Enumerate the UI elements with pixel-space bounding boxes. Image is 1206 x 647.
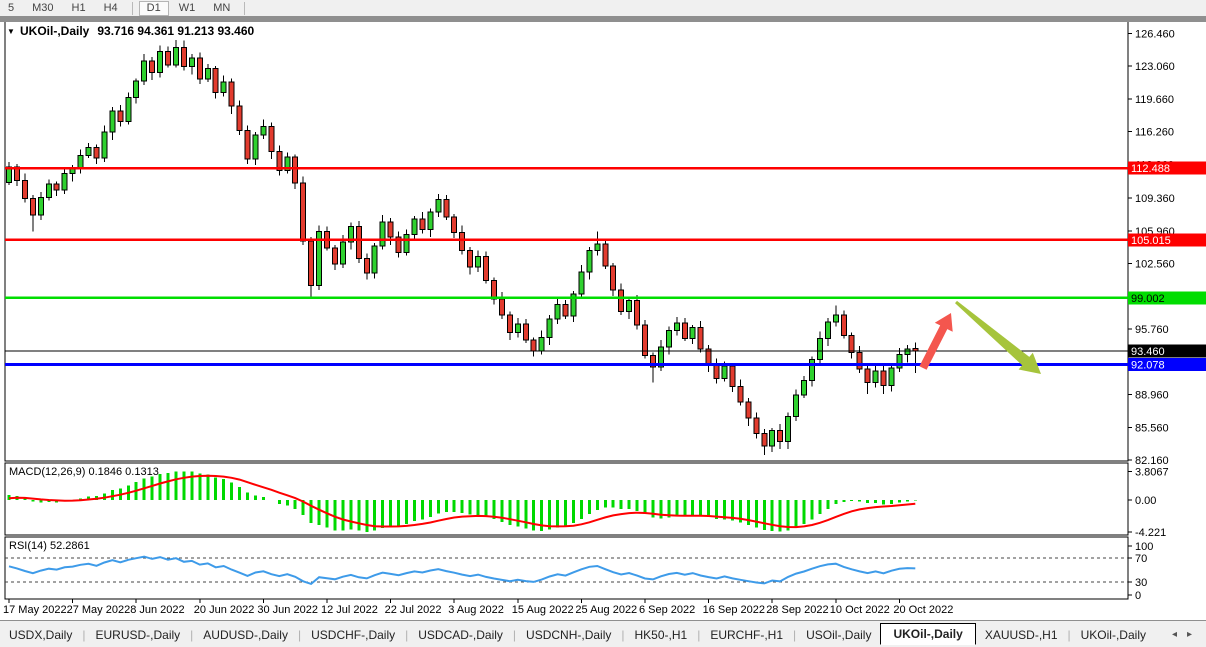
svg-text:17 May 2022: 17 May 2022 — [3, 604, 67, 616]
svg-text:100: 100 — [1135, 541, 1153, 553]
timeframe-button-MN[interactable]: MN — [205, 1, 238, 16]
svg-text:30: 30 — [1135, 577, 1147, 589]
price-axis: 126.460123.060119.660116.260112.860109.3… — [1128, 28, 1175, 467]
tab-scroll-left-icon[interactable]: ◂ — [1172, 629, 1177, 640]
rsi-label: RSI(14) 52.2861 — [9, 540, 90, 552]
svg-text:88.960: 88.960 — [1135, 390, 1169, 402]
toolbar-separator — [0, 16, 1206, 22]
svg-text:-4.221: -4.221 — [1135, 527, 1166, 539]
svg-text:6 Sep 2022: 6 Sep 2022 — [639, 604, 695, 616]
timeframe-button-M30[interactable]: M30 — [24, 1, 61, 16]
svg-text:8 Jun 2022: 8 Jun 2022 — [130, 604, 184, 616]
tab-audusd-daily[interactable]: AUDUSD-,Daily — [194, 625, 297, 645]
timeframe-toolbar: 5M30H1H4 D1W1MN — [0, 0, 1206, 16]
svg-text:16 Sep 2022: 16 Sep 2022 — [703, 604, 765, 616]
rsi-panel: 10070 300 — [5, 541, 1153, 602]
svg-text:20 Jun 2022: 20 Jun 2022 — [194, 604, 255, 616]
svg-text:70: 70 — [1135, 553, 1147, 565]
svg-text:102.560: 102.560 — [1135, 259, 1175, 271]
tab-ukoil-daily[interactable]: UKOil-,Daily — [880, 623, 975, 645]
title-ohlc: 93.716 94.361 91.213 93.460 — [97, 24, 254, 38]
tab-usdx-daily[interactable]: USDX,Daily — [0, 625, 81, 645]
svg-text:3 Aug 2022: 3 Aug 2022 — [448, 604, 504, 616]
svg-text:109.360: 109.360 — [1135, 193, 1175, 205]
svg-text:119.660: 119.660 — [1135, 94, 1174, 106]
svg-text:82.160: 82.160 — [1135, 455, 1169, 467]
toolbar-divider — [132, 2, 133, 15]
title-symbol: UKOil-,Daily — [20, 24, 90, 38]
candlestick-series — [7, 40, 918, 455]
svg-text:3.8067: 3.8067 — [1135, 466, 1169, 478]
tab-scroll-right-icon[interactable]: ▸ — [1187, 629, 1192, 640]
svg-text:105.015: 105.015 — [1131, 235, 1171, 247]
svg-text:99.002: 99.002 — [1131, 293, 1165, 305]
svg-text:30 Jun 2022: 30 Jun 2022 — [257, 604, 318, 616]
svg-text:0: 0 — [1135, 590, 1141, 602]
tab-usdchf-daily[interactable]: USDCHF-,Daily — [302, 625, 404, 645]
svg-text:15 Aug 2022: 15 Aug 2022 — [512, 604, 574, 616]
svg-text:92.078: 92.078 — [1131, 359, 1165, 371]
svg-text:112.488: 112.488 — [1131, 163, 1170, 175]
svg-text:27 May 2022: 27 May 2022 — [67, 604, 131, 616]
svg-text:126.460: 126.460 — [1135, 28, 1175, 40]
terminal-window: 126.460123.060119.660116.260112.860109.3… — [0, 0, 1206, 647]
tab-eurusd-daily[interactable]: EURUSD-,Daily — [86, 625, 189, 645]
tab-ukoil-daily[interactable]: UKOil-,Daily — [1072, 625, 1155, 645]
svg-text:10 Oct 2022: 10 Oct 2022 — [830, 604, 890, 616]
svg-text:25 Aug 2022: 25 Aug 2022 — [575, 604, 637, 616]
tab-usdcnh-daily[interactable]: USDCNH-,Daily — [517, 625, 620, 645]
svg-text:0.00: 0.00 — [1135, 495, 1156, 507]
timeframe-button-5[interactable]: 5 — [0, 1, 22, 16]
tab-usdcad-daily[interactable]: USDCAD-,Daily — [409, 625, 512, 645]
tab-xauusd-h1[interactable]: XAUUSD-,H1 — [976, 625, 1067, 645]
svg-text:95.760: 95.760 — [1135, 324, 1169, 336]
macd-label: MACD(12,26,9) 0.1846 0.1313 — [9, 466, 159, 478]
svg-text:12 Jul 2022: 12 Jul 2022 — [321, 604, 378, 616]
svg-text:22 Jul 2022: 22 Jul 2022 — [385, 604, 442, 616]
svg-text:▼: ▼ — [7, 27, 15, 36]
svg-text:UKOil-,Daily93.716 94.361 91.2: UKOil-,Daily 93.716 94.361 91.213 93.460 — [20, 24, 255, 38]
timeframe-button-H4[interactable]: H4 — [96, 1, 126, 16]
horizontal-level-lines[interactable] — [5, 168, 1128, 364]
svg-text:85.560: 85.560 — [1135, 422, 1169, 434]
tab-hk50-h1[interactable]: HK50-,H1 — [626, 625, 697, 645]
svg-text:28 Sep 2022: 28 Sep 2022 — [766, 604, 828, 616]
svg-text:123.060: 123.060 — [1135, 61, 1175, 73]
svg-text:93.460: 93.460 — [1131, 346, 1165, 358]
bullish-arrow-annotation[interactable] — [919, 313, 952, 370]
tab-eurchf-h1[interactable]: EURCHF-,H1 — [701, 625, 792, 645]
macd-panel: 3.8067 0.00 -4.221 — [9, 466, 1169, 539]
toolbar-divider — [244, 2, 245, 15]
timeframe-button-W1[interactable]: W1 — [171, 1, 204, 16]
svg-text:20 Oct 2022: 20 Oct 2022 — [893, 604, 953, 616]
rsi-line — [9, 557, 915, 584]
symbol-tab-bar: USDX,Daily|EURUSD-,Daily|AUDUSD-,Daily|U… — [0, 620, 1206, 647]
time-axis: 17 May 202227 May 20228 Jun 2022 20 Jun 2… — [3, 599, 953, 616]
tab-scroll-arrows: ◂▸ — [1172, 629, 1206, 640]
tab-usoil-daily[interactable]: USOil-,Daily — [797, 625, 880, 645]
timeframe-button-H1[interactable]: H1 — [64, 1, 94, 16]
svg-text:116.260: 116.260 — [1135, 127, 1174, 139]
chart-title: ▼ UKOil-,Daily 93.716 94.361 91.213 93.460 — [7, 24, 255, 38]
chart-canvas[interactable]: 126.460123.060119.660116.260112.860109.3… — [0, 0, 1206, 620]
timeframe-button-D1[interactable]: D1 — [139, 1, 169, 16]
